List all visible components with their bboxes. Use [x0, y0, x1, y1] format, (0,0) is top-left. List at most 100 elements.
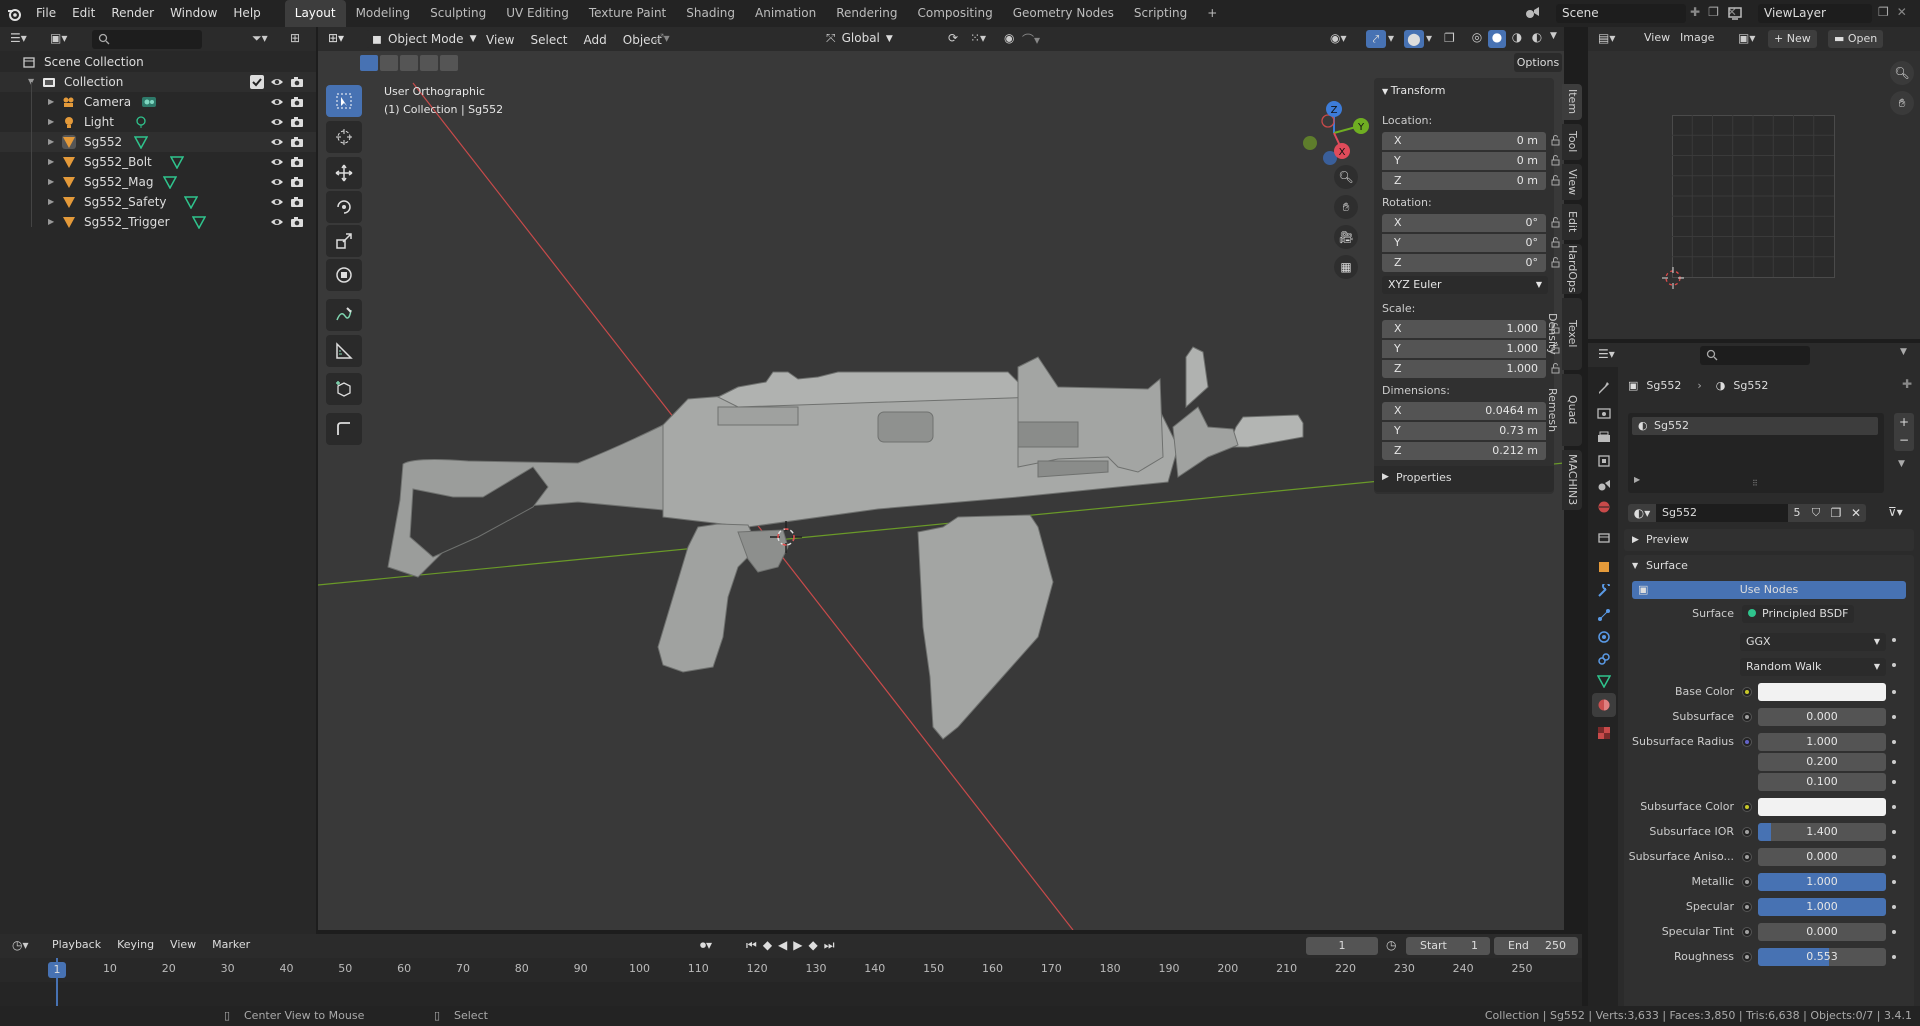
2d-cursor[interactable] [1660, 265, 1686, 291]
gizmo-options-icon[interactable]: ▾ [1388, 31, 1394, 45]
rotation-mode-dropdown[interactable]: XYZ Euler ▼ [1382, 276, 1548, 294]
tab-geometry-nodes[interactable]: Geometry Nodes [1003, 0, 1124, 27]
expand-icon[interactable]: ▶ [48, 132, 54, 152]
lock-icon[interactable] [1550, 256, 1562, 268]
mesh-data-icon[interactable] [191, 215, 208, 229]
uv-grid[interactable] [1672, 115, 1836, 279]
dimensions-z-field[interactable]: Z 0.212 m [1382, 442, 1546, 460]
viewport-menu-select[interactable]: Select [522, 31, 575, 49]
sidebar-tab-machin3[interactable]: MACHIN3 [1562, 450, 1582, 510]
outliner-row-camera[interactable]: ▶ Camera [0, 92, 316, 112]
transform-pivot-icon[interactable]: ⤢▾ [654, 31, 670, 46]
menu-window[interactable]: Window [162, 0, 225, 27]
gizmo-toggle-icon[interactable]: ⤤ [1366, 30, 1386, 48]
add-workspace-button[interactable]: + [1197, 0, 1227, 27]
keyframe-dot[interactable] [1892, 830, 1896, 834]
new-image-button[interactable]: + New [1768, 30, 1817, 48]
tab-sculpting[interactable]: Sculpting [420, 0, 496, 27]
shading-options-icon[interactable]: ▼ [1550, 31, 1557, 41]
expand-icon[interactable]: ▶ [48, 212, 54, 232]
pivot-point-icon[interactable]: ⟳ [948, 31, 958, 45]
proportional-edit-icon[interactable]: ◉ [1004, 31, 1014, 45]
jump-end-icon[interactable]: ⏭ [824, 938, 835, 953]
particles-tab-icon[interactable] [1592, 603, 1616, 627]
navigation-gizmo[interactable]: Z Y X [1268, 87, 1378, 197]
tool-tab-icon[interactable] [1592, 375, 1616, 399]
overlays-options-icon[interactable]: ▾ [1426, 31, 1432, 45]
playhead-frame-label[interactable]: 1 [48, 962, 66, 978]
transform-tool[interactable] [326, 259, 362, 291]
scene-icon[interactable] [1524, 4, 1542, 22]
mesh-data-icon[interactable] [170, 155, 186, 169]
dimensions-x-field[interactable]: X 0.0464 m [1382, 402, 1546, 420]
base-color-field[interactable] [1758, 683, 1886, 701]
viewport-editor-type-icon[interactable]: ⊞▾ [328, 31, 344, 45]
timeline-keyframe-area[interactable] [0, 982, 1582, 1006]
scale-z-field[interactable]: Z 1.000 [1382, 360, 1560, 378]
frame-ruler[interactable]: 1102030405060708090100110120130140150160… [0, 958, 1582, 982]
rotate-tool[interactable] [326, 191, 362, 223]
measure-tool[interactable] [326, 335, 362, 367]
mesh-data-icon[interactable] [134, 135, 150, 149]
input-socket-icon[interactable] [1742, 852, 1752, 862]
delete-layer-icon[interactable]: ✕ [1897, 5, 1907, 19]
world-tab-icon[interactable] [1592, 495, 1616, 519]
radius-component-field[interactable]: 0.200 [1758, 753, 1886, 771]
image-menu-view[interactable]: View [1644, 31, 1670, 44]
perspective-grid-icon[interactable]: ▦ [1334, 255, 1358, 279]
transform-header[interactable]: ▼ Transform [1382, 84, 1445, 97]
browse-material-icon[interactable]: ◐▾ [1628, 504, 1656, 522]
input-socket-icon[interactable] [1742, 827, 1752, 837]
breadcrumb-material[interactable]: Sg552 [1733, 379, 1768, 392]
expand-icon[interactable]: ▶ [1634, 475, 1640, 484]
camera-data-icon[interactable] [141, 95, 157, 109]
keyframe-dot[interactable] [1892, 740, 1896, 744]
mesh-data-icon[interactable] [162, 175, 179, 189]
subsurface-radius-field[interactable]: 1.000 [1758, 733, 1886, 751]
visibility-eye-icon[interactable] [270, 155, 284, 169]
open-image-button[interactable]: ▬ Open [1828, 30, 1884, 48]
input-socket-icon[interactable] [1742, 952, 1752, 962]
sidebar-tab-item[interactable]: Item [1562, 84, 1582, 120]
properties-header[interactable]: ▶ Properties [1374, 466, 1554, 492]
duplicate-material-icon[interactable]: ❐ [1826, 504, 1846, 522]
menu-file[interactable]: File [28, 0, 64, 27]
keyframe-dot[interactable] [1892, 715, 1896, 719]
image-browse-icon[interactable]: ▣▾ [1738, 31, 1755, 45]
timeline-menu-playback[interactable]: Playback [52, 938, 101, 951]
input-socket-icon[interactable] [1742, 687, 1752, 697]
menu-edit[interactable]: Edit [64, 0, 103, 27]
select-box-tool[interactable] [326, 85, 362, 117]
add-cube-tool[interactable] [326, 373, 362, 405]
fake-user-icon[interactable]: ⛉ [1806, 504, 1826, 522]
start-frame-field[interactable]: Start 1 [1406, 937, 1490, 955]
outliner-row-sg552-bolt[interactable]: ▶ Sg552_Bolt [0, 152, 316, 172]
keyframe-dot[interactable] [1892, 955, 1896, 959]
visibility-eye-icon[interactable] [270, 195, 284, 209]
view-layer-field[interactable]: ViewLayer [1758, 4, 1872, 23]
render-camera-icon[interactable] [290, 215, 304, 229]
keyframe-dot[interactable] [1892, 805, 1896, 809]
expand-icon[interactable]: ▶ [48, 192, 54, 212]
gizmo-neg-x[interactable] [1321, 114, 1335, 128]
image-editor-type-icon[interactable]: ▤▾ [1598, 31, 1615, 45]
constraints-tab-icon[interactable] [1592, 647, 1616, 671]
distribution-dropdown[interactable]: GGX ▼ [1740, 633, 1886, 651]
material-slot-row[interactable]: ◐ Sg552 [1632, 417, 1878, 435]
lock-icon[interactable] [1550, 154, 1562, 166]
dimensions-y-field[interactable]: Y 0.73 m [1382, 422, 1546, 440]
select-new-icon[interactable] [360, 55, 378, 71]
duplicate-scene-icon[interactable]: ❐ [1708, 5, 1719, 21]
snap-icon[interactable]: ⁙▾ [970, 31, 986, 45]
editor-type-icon[interactable]: ☰▾ [10, 31, 27, 45]
menu-help[interactable]: Help [225, 0, 268, 27]
render-camera-icon[interactable] [290, 195, 304, 209]
location-z-field[interactable]: Z 0 m [1382, 172, 1560, 190]
render-camera-icon[interactable] [290, 115, 304, 129]
blender-logo-icon[interactable] [0, 0, 28, 27]
new-collection-icon[interactable]: ⊞ [290, 31, 300, 45]
unlink-material-icon[interactable]: ✕ [1846, 504, 1866, 522]
sg552-rifle-model[interactable] [387, 346, 1304, 740]
tab-compositing[interactable]: Compositing [907, 0, 1002, 27]
expand-icon[interactable]: ▶ [48, 172, 54, 192]
